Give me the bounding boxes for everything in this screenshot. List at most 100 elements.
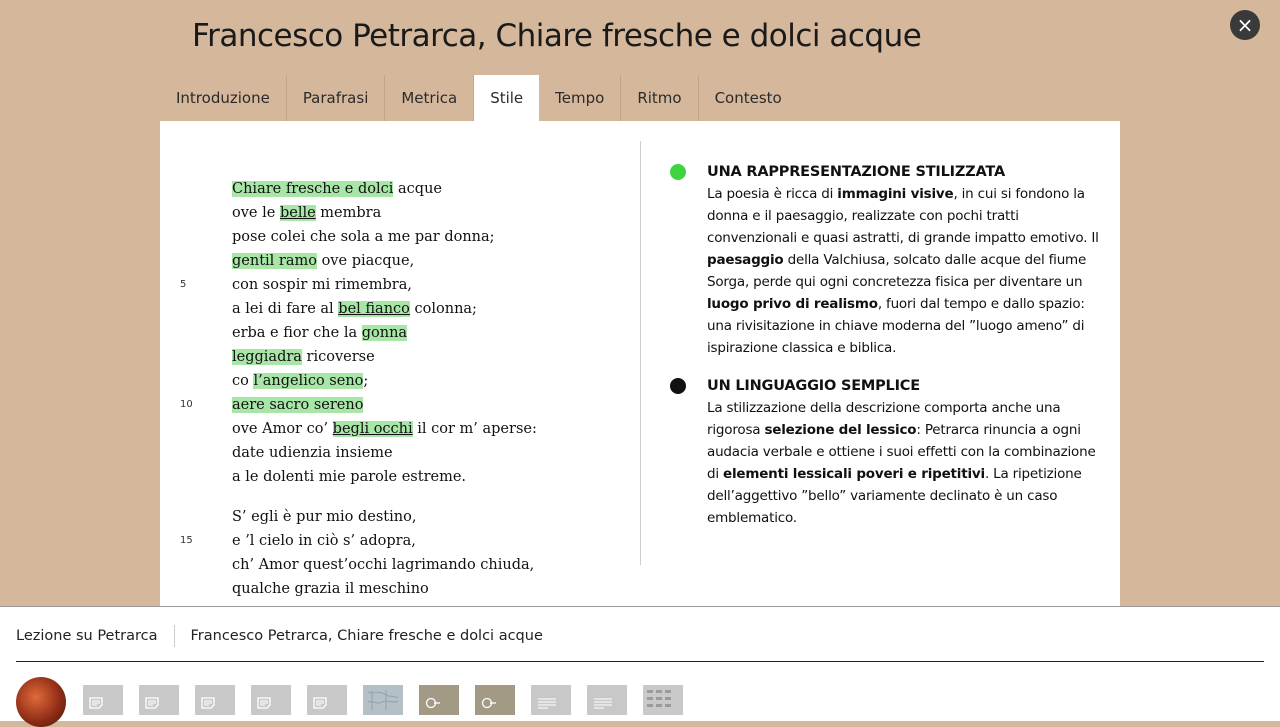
poem-line: co l’angelico seno;	[232, 369, 572, 393]
bold-term: elementi lessicali poveri e ripetitivi	[723, 466, 985, 482]
resource-thumbnail-map[interactable]	[363, 685, 403, 715]
poem-text-segment: co	[232, 373, 254, 389]
poem-text-segment: ove piacque,	[316, 253, 415, 269]
note-title: UN LINGUAGGIO SEMPLICE	[707, 378, 920, 394]
resource-thumbnail-doc[interactable]	[139, 685, 179, 715]
map-icon	[366, 688, 400, 712]
resource-thumbnail-media[interactable]	[475, 685, 515, 715]
resource-thumbnail-doc[interactable]	[307, 685, 347, 715]
green-dot-marker[interactable]	[670, 164, 686, 180]
poem-text-segment: ;	[363, 373, 369, 389]
note-text: La stilizzazione della descrizione compo…	[707, 397, 1110, 529]
note-item: UNA RAPPRESENTAZIONE STILIZZATA La poesia…	[670, 161, 1110, 359]
doc-icon	[257, 697, 271, 709]
poem-line: 15 e ’l cielo in ciò s’ adopra,	[180, 529, 572, 553]
poem-line: pose colei che sola a me par donna;	[232, 225, 572, 249]
highlighted-word: bel fianco	[338, 301, 410, 317]
highlighted-word: l’angelico seno	[253, 373, 364, 389]
note-title: UNA RAPPRESENTAZIONE STILIZZATA	[707, 164, 1005, 180]
doc-icon	[201, 697, 215, 709]
tab-contesto[interactable]: Contesto	[699, 75, 798, 121]
poem-line: qualche grazia il meschino	[232, 577, 572, 601]
poem-text-segment: S’ egli è pur mio destino,	[232, 509, 417, 525]
resource-thumbnail-doc[interactable]	[83, 685, 123, 715]
line-number: 15	[180, 535, 193, 546]
media-icon	[425, 697, 441, 709]
poem-text-segment: ricoverse	[301, 349, 375, 365]
poem-line: ove le belle membra	[232, 201, 572, 225]
close-button[interactable]: ×	[1230, 10, 1260, 40]
poem-stanza: S’ egli è pur mio destino, 15 e ’l cielo i…	[180, 505, 572, 601]
page-title: Francesco Petrarca, Chiare fresche e dol…	[192, 18, 922, 54]
poem-text-segment: pose colei che sola a me par donna;	[232, 229, 495, 245]
note-text-segment: La poesia è ricca di	[707, 186, 838, 202]
doc-icon	[313, 697, 327, 709]
highlighted-word: gentil ramo	[232, 253, 317, 269]
doc-icon	[89, 697, 103, 709]
poem-line: a lei di fare al bel fianco colonna;	[232, 297, 572, 321]
poem-line: leggiadra ricoverse	[232, 345, 572, 369]
poem-text-segment: membra	[315, 205, 382, 221]
text-icon	[593, 697, 613, 709]
dark-dot-marker[interactable]	[670, 378, 686, 394]
bold-term: immagini visive	[837, 186, 954, 202]
text-icon	[537, 697, 557, 709]
tab-introduzione[interactable]: Introduzione	[160, 75, 287, 121]
resource-thumbnail-text[interactable]	[587, 685, 627, 715]
tab-bar: Introduzione Parafrasi Metrica Stile Tempo Ri…	[160, 75, 798, 121]
bold-term: selezione del lessico	[764, 422, 917, 438]
resource-thumbnail-text[interactable]	[531, 685, 571, 715]
highlighted-word: aere sacro sereno	[232, 397, 364, 413]
bold-term: luogo privo di realismo	[707, 296, 878, 312]
line-number: 10	[180, 399, 193, 410]
poem-stanza: Chiare fresche e dolci acque ove le belle…	[180, 177, 572, 489]
poem-line: date udienzia insieme	[232, 441, 572, 465]
poem-line: gentil ramo ove piacque,	[232, 249, 572, 273]
poem-text-segment: a le dolenti mie parole estreme.	[232, 469, 467, 485]
breadcrumb-lesson[interactable]: Lezione su Petrarca	[16, 628, 174, 644]
bold-term: paesaggio	[707, 252, 784, 268]
poem-line: S’ egli è pur mio destino,	[232, 505, 572, 529]
poem-text-segment: colonna;	[409, 301, 477, 317]
content-panel: Chiare fresche e dolci acque ove le belle…	[160, 121, 1120, 606]
highlighted-word: belle	[279, 205, 316, 221]
poem-line: 10 aere sacro sereno	[180, 393, 572, 417]
style-notes: UNA RAPPRESENTAZIONE STILIZZATA La poesia…	[670, 161, 1110, 545]
grid-icon	[646, 688, 680, 712]
breadcrumb: Lezione su Petrarca Francesco Petrarca, …	[16, 625, 559, 647]
poem-line: 5 con sospir mi rimembra,	[180, 273, 572, 297]
highlighted-word: Chiare fresche e dolci	[232, 181, 394, 197]
breadcrumb-separator	[173, 625, 175, 647]
poem-text-segment: ove le	[232, 205, 280, 221]
line-number: 5	[180, 279, 187, 290]
poem-text-segment: qualche grazia il meschino	[232, 581, 429, 597]
resource-thumbnail-doc[interactable]	[251, 685, 291, 715]
resource-thumbnail-doc[interactable]	[195, 685, 235, 715]
tab-ritmo[interactable]: Ritmo	[621, 75, 699, 121]
bottom-divider	[16, 661, 1264, 662]
resource-thumbnail-media[interactable]	[419, 685, 459, 715]
note-item: UN LINGUAGGIO SEMPLICE La stilizzazione d…	[670, 375, 1110, 529]
poem-line: ch’ Amor quest’occhi lagrimando chiuda,	[232, 553, 572, 577]
poem-text-segment: ch’ Amor quest’occhi lagrimando chiuda,	[232, 557, 535, 573]
poem-line: Chiare fresche e dolci acque	[232, 177, 572, 201]
doc-icon	[145, 697, 159, 709]
bottom-bar: Lezione su Petrarca Francesco Petrarca, …	[0, 606, 1280, 727]
poem-text: Chiare fresche e dolci acque ove le belle…	[180, 177, 572, 606]
poem-text-segment: acque	[393, 181, 442, 197]
poem-text-segment: e ’l cielo in ciò s’ adopra,	[232, 533, 416, 549]
tab-parafrasi[interactable]: Parafrasi	[287, 75, 386, 121]
resource-thumbnail-grid[interactable]	[643, 685, 683, 715]
tab-stile[interactable]: Stile	[474, 75, 540, 121]
tab-tempo[interactable]: Tempo	[539, 75, 622, 121]
poem-line: ove Amor co’ begli occhi il cor m’ apers…	[232, 417, 572, 441]
tab-metrica[interactable]: Metrica	[385, 75, 475, 121]
media-icon	[481, 697, 497, 709]
column-divider	[640, 141, 641, 565]
poem-text-segment: a lei di fare al	[232, 301, 339, 317]
highlighted-word: begli occhi	[332, 421, 413, 437]
poem-text-segment: il cor m’ aperse:	[412, 421, 537, 437]
breadcrumb-current: Francesco Petrarca, Chiare fresche e dol…	[190, 628, 543, 644]
poem-text-segment: ove Amor co’	[232, 421, 333, 437]
poem-text-segment: erba e fior che la	[232, 325, 362, 341]
